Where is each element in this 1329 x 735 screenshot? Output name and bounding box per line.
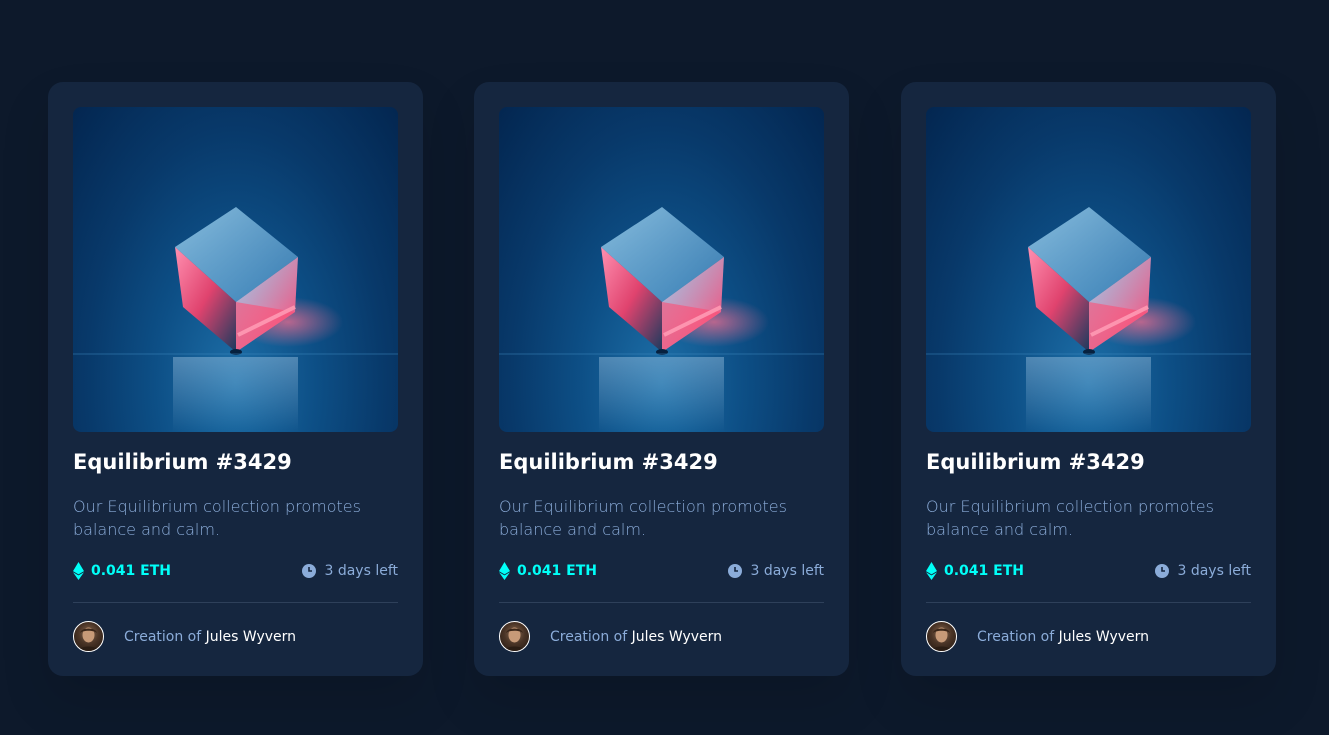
price-row: 0.041 ETH [926, 562, 1024, 580]
creator-name-link[interactable]: Jules Wyvern [632, 629, 722, 645]
nft-title[interactable]: Equilibrium #3429 [926, 450, 1145, 474]
time-left: 3 days left [750, 563, 824, 579]
nft-image[interactable] [73, 107, 398, 432]
time-row: 3 days left [728, 563, 824, 579]
creator-row: Creation of Jules Wyvern [499, 621, 722, 652]
creator-text: Creation of Jules Wyvern [124, 629, 296, 645]
divider [499, 602, 824, 603]
time-left: 3 days left [324, 563, 398, 579]
creation-prefix: Creation of [977, 628, 1055, 645]
time-row: 3 days left [1155, 563, 1251, 579]
ethereum-icon [926, 562, 937, 580]
nft-card-3: Equilibrium #3429 Our Equilibrium collec… [901, 82, 1276, 676]
ethereum-icon [499, 562, 510, 580]
price-value: 0.041 ETH [517, 563, 597, 579]
creator-name-link[interactable]: Jules Wyvern [206, 629, 296, 645]
divider [73, 602, 398, 603]
divider [926, 602, 1251, 603]
creator-text: Creation of Jules Wyvern [977, 629, 1149, 645]
creator-row: Creation of Jules Wyvern [926, 621, 1149, 652]
nft-title[interactable]: Equilibrium #3429 [73, 450, 292, 474]
nft-description: Our Equilibrium collection promotes bala… [73, 497, 361, 539]
nft-image[interactable] [499, 107, 824, 432]
nft-image[interactable] [926, 107, 1251, 432]
clock-icon [728, 564, 743, 578]
time-left: 3 days left [1177, 563, 1251, 579]
avatar [73, 621, 104, 652]
creator-text: Creation of Jules Wyvern [550, 629, 722, 645]
avatar [926, 621, 957, 652]
nft-card-1: Equilibrium #3429 Our Equilibrium collec… [48, 82, 423, 676]
clock-icon [1155, 564, 1170, 578]
nft-description: Our Equilibrium collection promotes bala… [499, 497, 787, 539]
avatar [499, 621, 530, 652]
price-value: 0.041 ETH [91, 563, 171, 579]
clock-icon [302, 564, 317, 578]
ethereum-icon [73, 562, 84, 580]
creator-row: Creation of Jules Wyvern [73, 621, 296, 652]
nft-description: Our Equilibrium collection promotes bala… [926, 497, 1214, 539]
nft-title[interactable]: Equilibrium #3429 [499, 450, 718, 474]
creation-prefix: Creation of [550, 628, 628, 645]
nft-card-2: Equilibrium #3429 Our Equilibrium collec… [474, 82, 849, 676]
price-row: 0.041 ETH [499, 562, 597, 580]
creator-name-link[interactable]: Jules Wyvern [1059, 629, 1149, 645]
price-row: 0.041 ETH [73, 562, 171, 580]
price-value: 0.041 ETH [944, 563, 1024, 579]
time-row: 3 days left [302, 563, 398, 579]
creation-prefix: Creation of [124, 628, 202, 645]
